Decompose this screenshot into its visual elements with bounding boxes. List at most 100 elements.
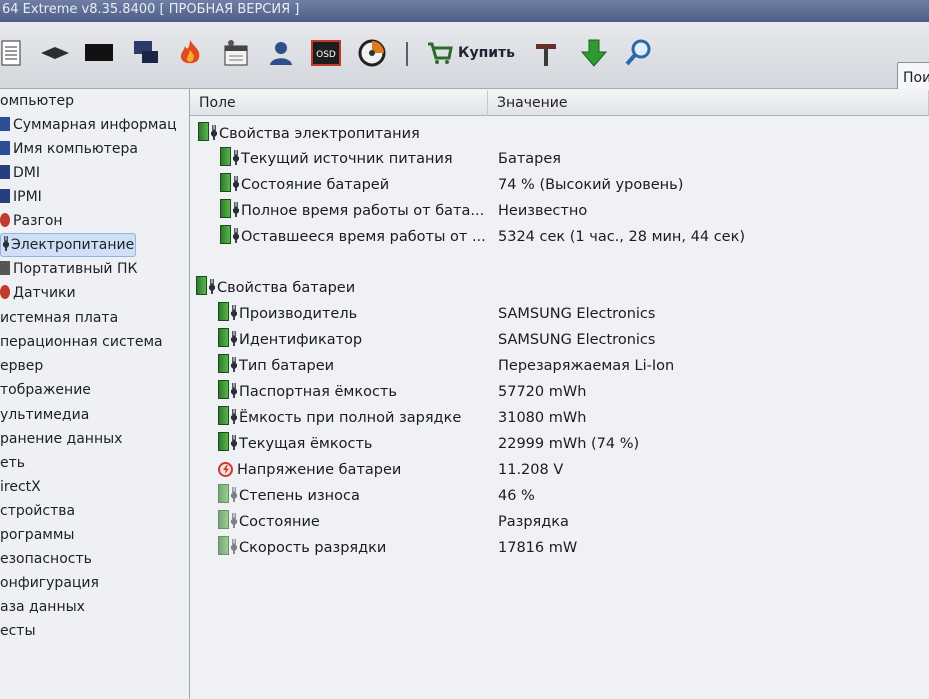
tree-item-storage[interactable]: ранение данных xyxy=(0,428,122,450)
osd-icon[interactable]: OSD xyxy=(310,38,342,68)
battery-icon xyxy=(220,225,231,244)
row-value: Разрядка xyxy=(498,514,569,530)
buy-label: Купить xyxy=(458,45,516,61)
tree-item-label: тображение xyxy=(0,382,91,398)
tree-item-label: DMI xyxy=(13,165,40,181)
row-value: SAMSUNG Electronics xyxy=(498,306,656,322)
column-header-value[interactable]: Значение xyxy=(488,90,929,116)
tree-item-label: Портативный ПК xyxy=(13,261,138,277)
buy-button[interactable]: Купить xyxy=(424,38,520,68)
tree-item-label: Датчики xyxy=(13,285,76,301)
flame-icon[interactable] xyxy=(174,38,206,68)
row-value: 11.208 V xyxy=(498,462,564,478)
row-value: 74 % (Высокий уровень) xyxy=(498,177,684,193)
battery-icon xyxy=(218,328,229,347)
buy-icon xyxy=(428,42,453,64)
plug-icon xyxy=(211,125,217,140)
tree-item-software[interactable]: рограммы xyxy=(0,524,74,546)
tree-item-tests[interactable]: есты xyxy=(0,620,36,642)
tree-item-label: Суммарная информац xyxy=(13,117,177,133)
calendar-icon[interactable] xyxy=(220,38,252,68)
plug-icon xyxy=(231,513,237,528)
plug-icon xyxy=(231,487,237,502)
user-icon[interactable] xyxy=(266,38,296,68)
tree-item-label: езопасность xyxy=(0,551,92,567)
toolbar-separator xyxy=(406,42,408,66)
tree-item-computer[interactable]: омпьютер xyxy=(0,90,74,112)
flame-icon xyxy=(0,213,10,227)
plug-icon xyxy=(209,279,215,294)
tree-item-label: Электропитание xyxy=(11,237,135,253)
tree-item-display[interactable]: тображение xyxy=(0,379,91,401)
tree-item-config[interactable]: онфигурация xyxy=(0,572,99,594)
sensor-icon xyxy=(0,285,10,299)
tree-item-label: истемная плата xyxy=(0,310,119,326)
tree-item-power[interactable]: Электропитание xyxy=(0,233,136,257)
window-title: 64 Extreme v8.35.8400 [ ПРОБНАЯ ВЕРСИЯ ] xyxy=(0,0,929,22)
battery-icon xyxy=(218,302,229,321)
tree-item-database[interactable]: аза данных xyxy=(0,596,85,618)
row-field: Производитель xyxy=(239,306,358,322)
row-field: Скорость разрядки xyxy=(239,540,387,556)
row-field: Тип батареи xyxy=(239,358,335,374)
tree-item-multimedia[interactable]: ультимедиа xyxy=(0,404,89,426)
navigation-tree: омпьютер Суммарная информац Имя компьюте… xyxy=(0,89,190,699)
row-field: Состояние батарей xyxy=(241,177,390,193)
tree-item-ipmi[interactable]: IPMI xyxy=(0,186,42,208)
tree-item-label: стройства xyxy=(0,503,76,519)
tree-item-label: омпьютер xyxy=(0,93,74,109)
tree-item-os[interactable]: перационная система xyxy=(0,331,163,353)
column-header-field[interactable]: Поле xyxy=(190,90,488,116)
plug-icon xyxy=(231,357,237,372)
battery-icon xyxy=(218,510,229,529)
section-header-battery[interactable]: Свойства батареи xyxy=(196,276,355,300)
battery-icon xyxy=(220,147,231,166)
tree-item-computer-name[interactable]: Имя компьютера xyxy=(0,138,138,160)
tree-item-dmi[interactable]: DMI xyxy=(0,162,40,184)
download-icon[interactable] xyxy=(578,38,610,68)
svg-text:OSD: OSD xyxy=(316,50,336,60)
tree-item-portable[interactable]: Портативный ПК xyxy=(0,258,137,280)
tree-item-directx[interactable]: irectX xyxy=(0,476,41,498)
plug-icon xyxy=(233,202,239,217)
tree-item-label: ервер xyxy=(0,358,44,374)
network-icon[interactable] xyxy=(130,38,162,68)
battery-icon xyxy=(218,406,229,425)
battery-icon xyxy=(220,199,231,218)
row-field: Идентификатор xyxy=(239,332,363,348)
tree-item-security[interactable]: езопасность xyxy=(0,548,92,570)
tree-item-label: ранение данных xyxy=(0,431,123,447)
section-title: Свойства батареи xyxy=(217,280,356,296)
row-field: Полное время работы от бата... xyxy=(241,203,485,219)
tree-item-label: Имя компьютера xyxy=(13,141,138,157)
tree-item-sensors[interactable]: Датчики xyxy=(0,282,76,304)
plug-icon xyxy=(231,331,237,346)
tree-item-motherboard[interactable]: истемная плата xyxy=(0,307,118,329)
search-icon[interactable] xyxy=(622,38,654,68)
dmi-icon xyxy=(0,165,10,179)
battery-icon xyxy=(218,432,229,451)
battery-icon xyxy=(218,354,229,373)
tools-icon[interactable] xyxy=(530,38,562,68)
tree-item-server[interactable]: ервер xyxy=(0,355,43,377)
report-icon[interactable] xyxy=(0,38,22,68)
plug-icon xyxy=(233,176,239,191)
search-input[interactable]: Пои xyxy=(897,62,929,92)
row-field: Оставшееся время работы от ... xyxy=(241,229,486,245)
tree-item-label: перационная система xyxy=(0,334,163,350)
tree-item-network[interactable]: еть xyxy=(0,452,25,474)
tree-item-summary[interactable]: Суммарная информац xyxy=(0,114,177,136)
row-value: Неизвестно xyxy=(498,203,588,219)
motherboard-icon[interactable] xyxy=(38,38,72,68)
tree-item-overclock[interactable]: Разгон xyxy=(0,210,63,232)
monitor-icon[interactable] xyxy=(82,38,116,68)
tree-item-label: irectX xyxy=(0,479,41,495)
section-header-power[interactable]: Свойства электропитания xyxy=(198,122,420,146)
row-field: Состояние xyxy=(239,514,320,530)
row-value: Батарея xyxy=(498,151,562,167)
disc-icon[interactable] xyxy=(356,38,388,68)
row-value: Перезаряжаемая Li-Ion xyxy=(498,358,675,374)
row-field: Текущая ёмкость xyxy=(239,436,373,452)
tree-item-devices[interactable]: стройства xyxy=(0,500,75,522)
ipmi-icon xyxy=(0,189,10,203)
